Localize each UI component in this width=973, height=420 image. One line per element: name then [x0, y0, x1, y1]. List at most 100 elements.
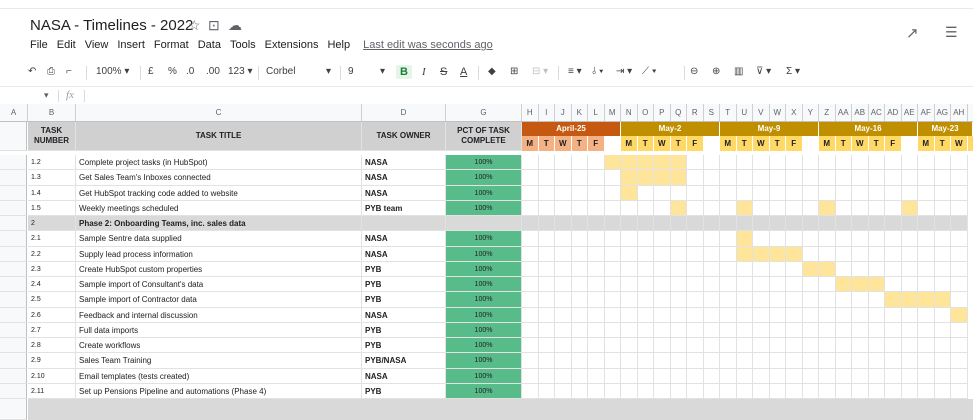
gantt-cell[interactable] [621, 277, 638, 293]
gantt-cell[interactable] [588, 307, 605, 323]
gantt-cell[interactable] [852, 307, 869, 323]
gantt-cell[interactable] [522, 185, 539, 201]
gantt-cell[interactable] [687, 155, 704, 171]
task-title-cell[interactable]: Sample Sentre data supplied [76, 231, 362, 247]
gantt-cell[interactable] [703, 292, 720, 308]
gantt-cell[interactable] [819, 277, 836, 293]
gantt-cell[interactable] [670, 277, 687, 293]
gantt-cell[interactable] [621, 322, 638, 338]
task-owner-cell[interactable] [362, 216, 446, 232]
gantt-cell[interactable] [736, 170, 753, 186]
gantt-cell[interactable] [835, 292, 852, 308]
gantt-cell[interactable] [654, 307, 671, 323]
pct-complete-cell[interactable]: 100% [446, 322, 522, 338]
gantt-cell[interactable] [703, 170, 720, 186]
gantt-cell[interactable] [852, 246, 869, 262]
task-number-cell[interactable]: 1.3 [28, 170, 76, 186]
task-title-cell[interactable]: Sample import of Consultant's data [76, 277, 362, 293]
pct-complete-cell[interactable]: 100% [446, 353, 522, 369]
undo-icon[interactable]: ↶ [28, 66, 36, 77]
row-number-header[interactable] [0, 122, 27, 151]
gantt-cell[interactable] [604, 322, 621, 338]
gantt-cell[interactable] [852, 353, 869, 369]
gantt-cell[interactable] [753, 170, 770, 186]
cloud-status-icon[interactable]: ☁ [228, 17, 242, 34]
gantt-cell[interactable] [670, 322, 687, 338]
gantt-cell[interactable] [654, 368, 671, 384]
gantt-cell[interactable] [703, 338, 720, 354]
gantt-cell[interactable] [538, 155, 555, 171]
gantt-cell[interactable] [852, 261, 869, 277]
row-number[interactable] [0, 368, 27, 384]
gantt-cell[interactable] [901, 261, 918, 277]
gantt-cell[interactable] [901, 338, 918, 354]
gantt-cell[interactable] [852, 322, 869, 338]
gantt-cell[interactable] [918, 231, 935, 247]
gantt-cell[interactable] [522, 170, 539, 186]
gantt-cell[interactable] [951, 368, 968, 384]
gantt-cell[interactable] [835, 246, 852, 262]
text-wrap-icon[interactable]: ⇥ ▾ [616, 66, 632, 77]
gantt-cell[interactable] [769, 368, 786, 384]
task-number-cell[interactable]: 2.1 [28, 231, 76, 247]
gantt-cell[interactable] [703, 200, 720, 216]
gantt-cell[interactable] [555, 307, 572, 323]
gantt-cell[interactable] [819, 155, 836, 171]
gantt-cell[interactable] [934, 200, 951, 216]
task-title-cell[interactable]: Sales Team Training [76, 353, 362, 369]
gantt-cell[interactable] [555, 155, 572, 171]
gantt-cell[interactable] [637, 170, 654, 186]
row-number[interactable] [0, 353, 27, 369]
gantt-cell[interactable] [736, 322, 753, 338]
gantt-cell[interactable] [934, 231, 951, 247]
gantt-cell[interactable] [571, 307, 588, 323]
gantt-cell[interactable] [819, 383, 836, 399]
gantt-cell[interactable] [885, 231, 902, 247]
gantt-cell[interactable] [621, 231, 638, 247]
gantt-cell[interactable] [555, 185, 572, 201]
gantt-cell[interactable] [703, 277, 720, 293]
gantt-cell[interactable] [753, 155, 770, 171]
gantt-cell[interactable] [769, 322, 786, 338]
gantt-cell[interactable] [786, 368, 803, 384]
gantt-cell[interactable] [555, 338, 572, 354]
gantt-cell[interactable] [538, 200, 555, 216]
menu-data[interactable]: Data [198, 39, 221, 51]
gantt-cell[interactable] [835, 155, 852, 171]
gantt-cell[interactable] [654, 353, 671, 369]
row-number[interactable] [0, 307, 27, 323]
task-number-cell[interactable]: 2.7 [28, 322, 76, 338]
gantt-cell[interactable] [819, 292, 836, 308]
gantt-cell[interactable] [901, 353, 918, 369]
task-owner-cell[interactable]: NASA [362, 170, 446, 186]
gantt-cell[interactable] [555, 231, 572, 247]
column-header-t[interactable]: T [720, 104, 737, 121]
gantt-cell[interactable] [670, 261, 687, 277]
gantt-cell[interactable] [571, 246, 588, 262]
gantt-cell[interactable] [802, 261, 819, 277]
gantt-cell[interactable] [654, 170, 671, 186]
gantt-cell[interactable] [654, 200, 671, 216]
gantt-cell[interactable] [703, 307, 720, 323]
column-header-w[interactable]: W [770, 104, 786, 121]
pct-complete-cell[interactable] [446, 216, 522, 232]
task-number-cell[interactable]: 2.11 [28, 383, 76, 399]
gantt-cell[interactable] [934, 170, 951, 186]
gantt-cell[interactable] [522, 353, 539, 369]
gantt-cell[interactable] [951, 307, 968, 323]
gantt-cell[interactable] [769, 261, 786, 277]
gantt-cell[interactable] [951, 216, 968, 232]
gantt-cell[interactable] [522, 322, 539, 338]
gantt-cell[interactable] [604, 277, 621, 293]
gantt-cell[interactable] [670, 231, 687, 247]
row-number[interactable] [0, 200, 27, 216]
gantt-cell[interactable] [802, 322, 819, 338]
gantt-cell[interactable] [753, 383, 770, 399]
gantt-cell[interactable] [901, 216, 918, 232]
gantt-cell[interactable] [522, 277, 539, 293]
pct-complete-cell[interactable]: 100% [446, 170, 522, 186]
gantt-cell[interactable] [868, 155, 885, 171]
gantt-cell[interactable] [736, 261, 753, 277]
gantt-cell[interactable] [868, 277, 885, 293]
gantt-cell[interactable] [588, 292, 605, 308]
